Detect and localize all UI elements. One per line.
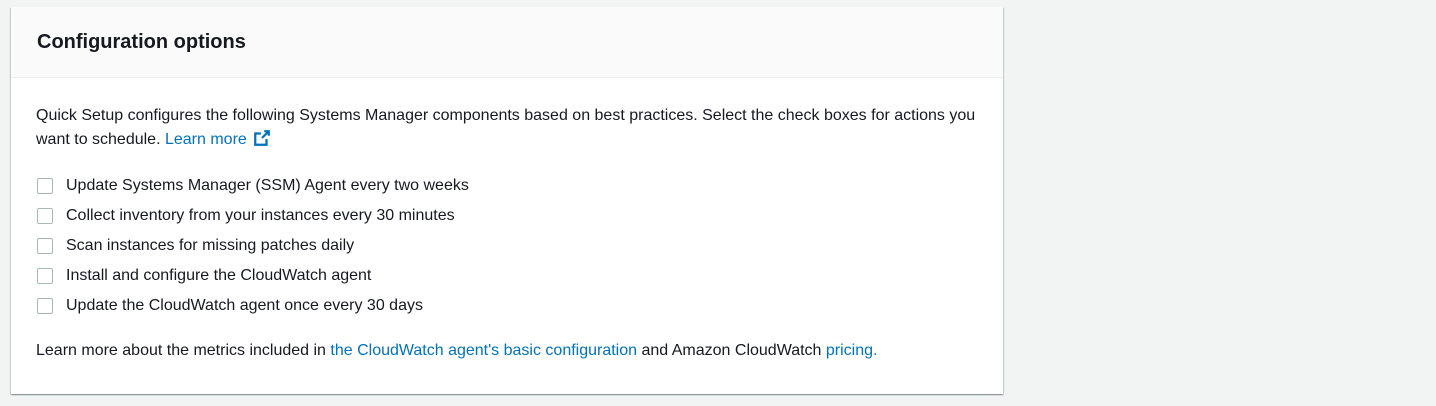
learn-more-label: Learn more: [164, 131, 247, 148]
option-update-ssm-agent[interactable]: Update Systems Manager (SSM) Agent every…: [36, 171, 977, 201]
option-update-cloudwatch-agent[interactable]: Update the CloudWatch agent once every 3…: [36, 291, 977, 321]
external-link-icon: [253, 130, 270, 146]
panel-body: Quick Setup configures the following Sys…: [11, 78, 1003, 363]
option-collect-inventory[interactable]: Collect inventory from your instances ev…: [36, 201, 977, 231]
pricing-link[interactable]: pricing.: [826, 342, 878, 359]
intro-paragraph: Quick Setup configures the following Sys…: [36, 104, 986, 152]
option-label[interactable]: Scan instances for missing patches daily: [66, 235, 354, 257]
panel-title: Configuration options: [37, 31, 246, 53]
cloudwatch-basic-config-link[interactable]: the CloudWatch agent's basic configurati…: [330, 342, 637, 359]
option-label[interactable]: Update the CloudWatch agent once every 3…: [66, 295, 423, 317]
option-install-cloudwatch-agent[interactable]: Install and configure the CloudWatch age…: [36, 261, 977, 291]
learn-more-link[interactable]: Learn more: [164, 130, 271, 148]
options-list: Update Systems Manager (SSM) Agent every…: [36, 171, 977, 321]
metrics-note-prefix: Learn more about the metrics included in: [36, 342, 326, 359]
checkbox-install-cloudwatch-agent[interactable]: [37, 268, 53, 284]
checkbox-collect-inventory[interactable]: [37, 208, 53, 224]
panel-header: Configuration options: [11, 7, 1003, 78]
metrics-note-middle: and Amazon CloudWatch: [641, 342, 822, 359]
option-label[interactable]: Collect inventory from your instances ev…: [66, 205, 455, 227]
checkbox-update-cloudwatch-agent[interactable]: [37, 298, 53, 314]
option-label[interactable]: Update Systems Manager (SSM) Agent every…: [66, 175, 469, 197]
metrics-note: Learn more about the metrics included in…: [36, 339, 977, 363]
configuration-options-panel: Configuration options Quick Setup config…: [11, 7, 1003, 394]
option-label[interactable]: Install and configure the CloudWatch age…: [66, 265, 371, 287]
checkbox-update-ssm-agent[interactable]: [37, 178, 53, 194]
option-scan-patches[interactable]: Scan instances for missing patches daily: [36, 231, 977, 261]
checkbox-scan-patches[interactable]: [37, 238, 53, 254]
